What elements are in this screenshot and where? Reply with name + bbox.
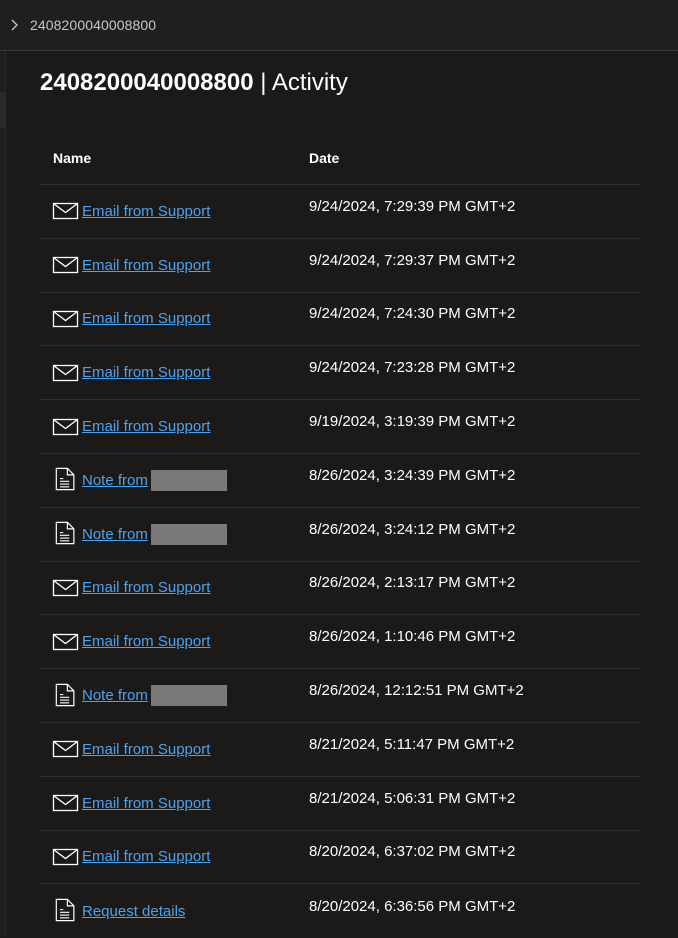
envelope-icon: [52, 199, 80, 223]
email-link[interactable]: Email from Support: [82, 579, 210, 596]
envelope-icon: [52, 630, 80, 654]
date-cell: 8/26/2024, 3:24:39 PM GMT+2: [309, 466, 516, 484]
envelope-icon: [52, 576, 80, 600]
table-row: Email from Support 8/26/2024, 1:10:46 PM …: [40, 615, 640, 670]
table-row: Email from Support 9/24/2024, 7:29:39 PM …: [40, 185, 640, 239]
date-cell: 8/26/2024, 12:12:51 PM GMT+2: [309, 682, 524, 700]
name-cell: Note from: [40, 467, 309, 493]
document-icon: [52, 467, 80, 493]
email-link[interactable]: Email from Support: [82, 418, 210, 435]
email-link[interactable]: Email from Support: [82, 310, 210, 327]
date-cell: 8/26/2024, 1:10:46 PM GMT+2: [309, 628, 516, 646]
note-link[interactable]: Note from: [82, 472, 148, 489]
redacted-name: [150, 685, 227, 707]
name-cell: Email from Support: [40, 199, 309, 223]
note-link[interactable]: Note from: [82, 687, 148, 704]
table-row: Note from 8/26/2024, 3:24:12 PM GMT+2: [40, 508, 640, 562]
email-link[interactable]: Email from Support: [82, 364, 210, 381]
table-row: Email from Support 9/19/2024, 3:19:39 PM …: [40, 400, 640, 454]
date-cell: 8/26/2024, 2:13:17 PM GMT+2: [309, 574, 516, 592]
table-row: Email from Support 8/26/2024, 2:13:17 PM …: [40, 562, 640, 616]
name-cell: Email from Support: [40, 630, 309, 654]
date-cell: 8/26/2024, 3:24:12 PM GMT+2: [309, 520, 516, 538]
date-cell: 8/21/2024, 5:06:31 PM GMT+2: [309, 789, 516, 807]
table-row: Note from 8/26/2024, 3:24:39 PM GMT+2: [40, 454, 640, 508]
table-row: Email from Support 8/20/2024, 6:37:02 PM …: [40, 831, 640, 885]
note-link[interactable]: Note from: [82, 526, 148, 543]
table-row: Email from Support 8/21/2024, 5:11:47 PM …: [40, 723, 640, 777]
page-title-section: Activity: [271, 69, 348, 96]
name-cell: Email from Support: [40, 845, 309, 869]
table-row: Note from 8/26/2024, 12:12:51 PM GMT+2: [40, 669, 640, 723]
table-body: Email from Support 9/24/2024, 7:29:39 PM …: [40, 185, 640, 938]
email-link[interactable]: Email from Support: [82, 848, 210, 865]
table-row: Email from Support 9/24/2024, 7:29:37 PM …: [40, 239, 640, 293]
top-bar: 2408200040008800: [0, 0, 678, 51]
page-title: 2408200040008800 | Activity: [40, 68, 348, 98]
envelope-icon: [52, 845, 80, 869]
envelope-icon: [52, 307, 80, 331]
chevron-right-icon[interactable]: [6, 16, 24, 34]
page-title-separator: |: [260, 69, 267, 96]
name-cell: Note from: [40, 521, 309, 547]
table-header: Name Date: [40, 132, 640, 185]
envelope-icon: [52, 361, 80, 385]
date-cell: 9/24/2024, 7:24:30 PM GMT+2: [309, 305, 516, 323]
page-title-case-id: 2408200040008800: [40, 69, 254, 96]
email-link[interactable]: Email from Support: [82, 795, 210, 812]
date-cell: 9/24/2024, 7:23:28 PM GMT+2: [309, 359, 516, 377]
name-cell: Email from Support: [40, 307, 309, 331]
date-cell: 9/19/2024, 3:19:39 PM GMT+2: [309, 413, 516, 431]
email-link[interactable]: Email from Support: [82, 741, 210, 758]
name-cell: Email from Support: [40, 415, 309, 439]
column-header-name[interactable]: Name: [40, 150, 309, 166]
name-cell: Email from Support: [40, 791, 309, 815]
envelope-icon: [52, 415, 80, 439]
table-row: Request details 8/20/2024, 6:36:56 PM GMT…: [40, 884, 640, 938]
breadcrumb[interactable]: 2408200040008800: [6, 14, 156, 36]
date-cell: 8/20/2024, 6:37:02 PM GMT+2: [309, 843, 516, 861]
email-link[interactable]: Email from Support: [82, 203, 210, 220]
date-cell: 9/24/2024, 7:29:39 PM GMT+2: [309, 197, 516, 215]
activity-panel: 2408200040008800 | Activity Name Date Em…: [6, 52, 678, 936]
note-link[interactable]: Request details: [82, 903, 185, 920]
date-cell: 9/24/2024, 7:29:37 PM GMT+2: [309, 251, 516, 269]
email-link[interactable]: Email from Support: [82, 633, 210, 650]
name-cell: Note from: [40, 683, 309, 709]
breadcrumb-case-id[interactable]: 2408200040008800: [30, 17, 156, 33]
column-header-date[interactable]: Date: [309, 150, 640, 166]
table-row: Email from Support 9/24/2024, 7:23:28 PM …: [40, 346, 640, 401]
email-link[interactable]: Email from Support: [82, 257, 210, 274]
name-cell: Email from Support: [40, 576, 309, 600]
envelope-icon: [52, 737, 80, 761]
document-icon: [52, 521, 80, 547]
envelope-icon: [52, 791, 80, 815]
envelope-icon: [52, 253, 80, 277]
date-cell: 8/20/2024, 6:36:56 PM GMT+2: [309, 897, 516, 915]
document-icon: [52, 683, 80, 709]
activity-table: Name Date Email from Support 9/24/2024, 7…: [40, 132, 640, 938]
name-cell: Email from Support: [40, 737, 309, 761]
redacted-name: [150, 469, 227, 491]
table-row: Email from Support 8/21/2024, 5:06:31 PM …: [40, 777, 640, 831]
date-cell: 8/21/2024, 5:11:47 PM GMT+2: [309, 735, 515, 753]
name-cell: Email from Support: [40, 361, 309, 385]
redacted-name: [150, 523, 227, 545]
name-cell: Email from Support: [40, 253, 309, 277]
document-icon: [52, 898, 80, 924]
table-row: Email from Support 9/24/2024, 7:24:30 PM …: [40, 293, 640, 347]
name-cell: Request details: [40, 898, 309, 924]
